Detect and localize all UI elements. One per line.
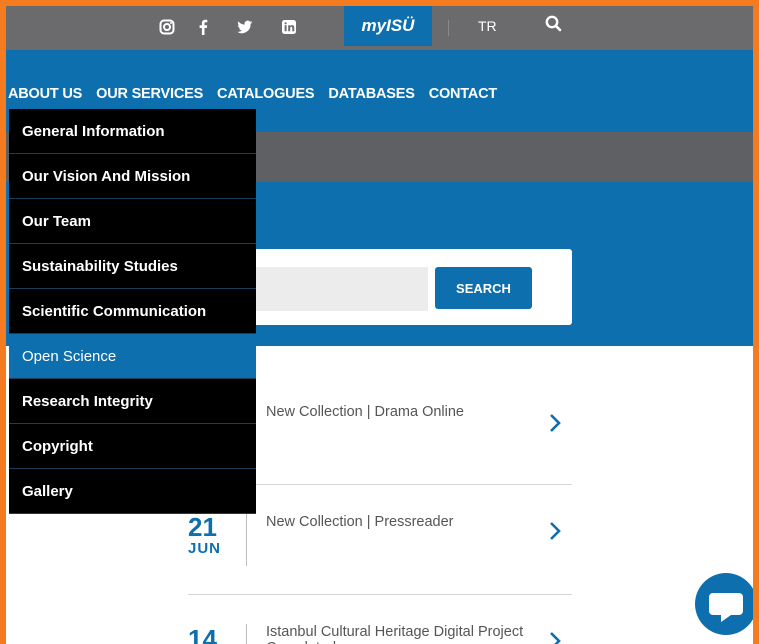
- search-icon[interactable]: [544, 14, 564, 34]
- top-bar: myISÜ TR: [6, 6, 753, 50]
- topbar-divider: [448, 20, 449, 36]
- news-title[interactable]: New Collection | Drama Online: [266, 404, 536, 420]
- menu-item-copyright[interactable]: Copyright: [9, 424, 256, 469]
- linkedin-icon[interactable]: [278, 16, 300, 38]
- chevron-right-icon[interactable]: [548, 630, 562, 644]
- instagram-icon[interactable]: [156, 16, 178, 38]
- nav-our-services[interactable]: OUR SERVICES: [96, 86, 203, 102]
- menu-item-gallery[interactable]: Gallery: [9, 469, 256, 514]
- language-switch[interactable]: TR: [478, 18, 497, 34]
- chat-button[interactable]: [695, 573, 753, 635]
- news-day: 21: [188, 512, 217, 542]
- news-date: 14: [188, 626, 248, 644]
- page-frame: myISÜ TR ABOUT US OUR SERVICES CATALOGUE…: [6, 6, 753, 644]
- news-title[interactable]: New Collection | Pressreader: [266, 514, 536, 530]
- chevron-right-icon[interactable]: [548, 520, 562, 542]
- twitter-icon[interactable]: [234, 16, 256, 38]
- news-day: 14: [188, 624, 217, 644]
- facebook-icon[interactable]: [192, 16, 214, 38]
- nav-contact[interactable]: CONTACT: [429, 86, 498, 102]
- news-date-divider: [246, 624, 247, 644]
- news-date-divider: [246, 510, 247, 566]
- myisu-portal-link[interactable]: myISÜ: [344, 6, 432, 46]
- news-title[interactable]: Istanbul Cultural Heritage Digital Proje…: [266, 624, 536, 644]
- menu-item-sustainability-studies[interactable]: Sustainability Studies: [9, 244, 256, 289]
- chat-icon: [709, 593, 743, 622]
- nav-about-us[interactable]: ABOUT US: [8, 86, 82, 102]
- menu-item-research-integrity[interactable]: Research Integrity: [9, 379, 256, 424]
- menu-item-scientific-communication[interactable]: Scientific Communication: [9, 289, 256, 334]
- nav-databases[interactable]: DATABASES: [328, 86, 414, 102]
- chevron-right-icon[interactable]: [548, 412, 562, 434]
- nav-catalogues[interactable]: CATALOGUES: [217, 86, 315, 102]
- menu-item-general-information[interactable]: General Information: [9, 109, 256, 154]
- news-month: JUN: [188, 540, 222, 557]
- menu-item-open-science[interactable]: Open Science: [9, 334, 256, 379]
- news-divider: [188, 594, 572, 595]
- menu-item-our-team[interactable]: Our Team: [9, 199, 256, 244]
- about-us-dropdown: General Information Our Vision And Missi…: [9, 109, 256, 514]
- search-button[interactable]: SEARCH: [435, 267, 532, 309]
- menu-item-vision-mission[interactable]: Our Vision And Mission: [9, 154, 256, 199]
- news-date: 21 JUN: [188, 514, 248, 557]
